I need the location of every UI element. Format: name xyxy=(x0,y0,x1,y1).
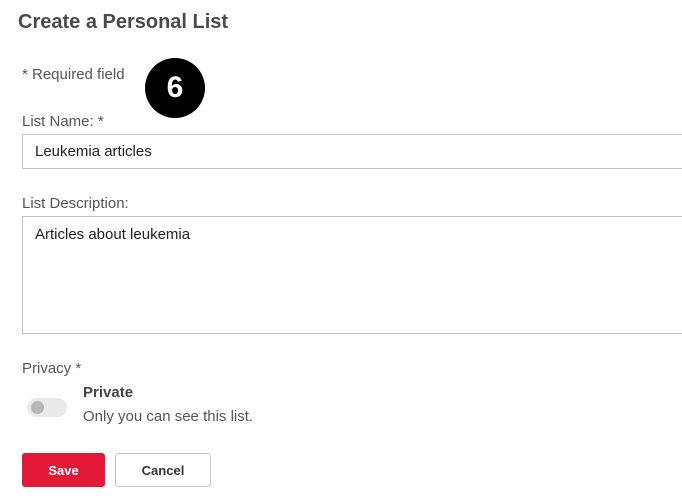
privacy-option-description: Only you can see this list. xyxy=(83,408,254,425)
cancel-button[interactable]: Cancel xyxy=(115,453,211,487)
private-toggle[interactable] xyxy=(27,398,67,417)
required-field-note: * Required field xyxy=(22,66,125,83)
save-button[interactable]: Save xyxy=(22,453,105,487)
list-name-input[interactable] xyxy=(22,134,682,169)
toggle-knob xyxy=(31,401,44,414)
page-title: Create a Personal List xyxy=(18,11,229,33)
list-name-label: List Name: * xyxy=(22,113,104,130)
privacy-label: Privacy * xyxy=(22,360,82,377)
step-number-badge: 6 xyxy=(145,58,205,118)
privacy-option-title: Private xyxy=(83,384,134,401)
list-description-label: List Description: xyxy=(22,195,129,212)
list-description-textarea[interactable]: Articles about leukemia xyxy=(22,216,682,334)
